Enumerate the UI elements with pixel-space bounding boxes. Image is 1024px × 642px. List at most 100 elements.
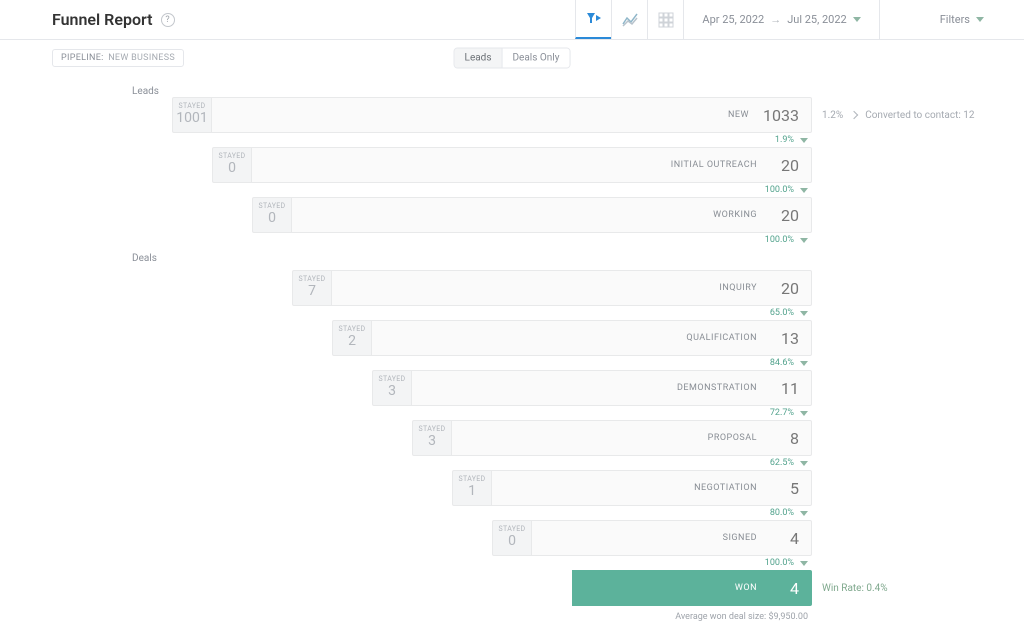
- leads-deals-toggle: Leads Deals Only: [454, 48, 571, 69]
- chevron-down-icon: [800, 461, 808, 466]
- conversion-rate[interactable]: 1.9%: [52, 133, 812, 147]
- conversion-rate[interactable]: 80.0%: [52, 506, 812, 520]
- date-range-picker[interactable]: Apr 25, 2022 → Jul 25, 2022: [683, 0, 879, 39]
- stage-count: 11: [771, 379, 799, 398]
- stage-name: INQUIRY: [719, 283, 757, 293]
- converted-note[interactable]: 1.2% Converted to contact: 12: [812, 110, 975, 121]
- report-header: Funnel Report ? Apr 25, 2022 → Jul 25: [0, 0, 1024, 40]
- stayed-value: 1001: [176, 110, 207, 127]
- stayed-box: STAYED7: [292, 270, 332, 306]
- converted-to-contact: Converted to contact: 12: [865, 110, 974, 121]
- pipeline-chip[interactable]: PIPELINE: NEW BUSINESS: [52, 49, 184, 67]
- stayed-box: STAYED2: [332, 320, 372, 356]
- pipeline-chip-value: NEW BUSINESS: [108, 53, 175, 63]
- toggle-leads[interactable]: Leads: [455, 49, 502, 68]
- stage-bar[interactable]: PROPOSAL 8: [452, 420, 812, 456]
- funnel-stage[interactable]: STAYED1001NEW10331.2%Converted to contac…: [52, 97, 972, 133]
- arrow-right-icon: →: [770, 13, 781, 26]
- chevron-down-icon: [800, 561, 808, 566]
- stage-name: WON: [735, 583, 757, 593]
- funnel-stage[interactable]: STAYED3 DEMONSTRATION 11: [52, 370, 972, 406]
- stage-name: NEGOTIATION: [694, 483, 757, 493]
- overall-conv-pct: 1.2%: [822, 110, 843, 121]
- stayed-label: STAYED: [379, 376, 406, 383]
- filters-button[interactable]: Filters: [880, 0, 1024, 39]
- chevron-down-icon: [800, 361, 808, 366]
- conversion-rate[interactable]: 72.7%: [52, 406, 812, 420]
- view-line-button[interactable]: [611, 0, 647, 39]
- funnel-stage[interactable]: STAYED3 PROPOSAL 8: [52, 420, 972, 456]
- chevron-down-icon: [800, 238, 808, 243]
- conversion-rate[interactable]: 100.0%: [52, 233, 812, 247]
- stage-count: 5: [771, 479, 799, 498]
- stayed-label: STAYED: [339, 326, 366, 333]
- stage-bar[interactable]: INITIAL OUTREACH20: [252, 147, 812, 183]
- chevron-down-icon: [976, 17, 984, 22]
- conversion-value: 100.0%: [765, 235, 794, 245]
- stage-count: 13: [771, 329, 799, 348]
- stage-name: PROPOSAL: [708, 433, 757, 443]
- stage-bar[interactable]: INQUIRY 20: [332, 270, 812, 306]
- stage-count: 1033: [763, 106, 799, 125]
- stage-name: DEMONSTRATION: [677, 383, 757, 393]
- funnel-stage[interactable]: STAYED1NEGOTIATION5: [52, 470, 972, 506]
- funnel-stage[interactable]: STAYED0 INITIAL OUTREACH20: [52, 147, 972, 183]
- stayed-label: STAYED: [499, 526, 526, 533]
- stayed-label: STAYED: [219, 153, 246, 160]
- stage-count: 8: [771, 429, 799, 448]
- stayed-value: 0: [228, 160, 236, 177]
- stage-bar[interactable]: SIGNED4: [532, 520, 812, 556]
- date-to: Jul 25, 2022: [787, 13, 847, 26]
- funnel-stage[interactable]: STAYED0SIGNED4: [52, 520, 972, 556]
- stage-count: 4: [771, 579, 799, 598]
- stage-count: 20: [771, 279, 799, 298]
- report-subheader: PIPELINE: NEW BUSINESS Leads Deals Only: [0, 40, 1024, 76]
- stage-bar[interactable]: NEW1033: [212, 97, 812, 133]
- chevron-down-icon: [800, 138, 808, 143]
- stayed-label: STAYED: [179, 103, 206, 110]
- line-chart-icon: [622, 12, 638, 28]
- funnel-stage[interactable]: STAYEDWON4Win Rate: 0.4%: [52, 570, 972, 606]
- grid-icon: [658, 12, 674, 28]
- stayed-value: 1: [468, 483, 476, 500]
- view-grid-button[interactable]: [647, 0, 683, 39]
- chevron-down-icon: [800, 311, 808, 316]
- chevron-down-icon: [853, 17, 861, 22]
- chevron-down-icon: [800, 411, 808, 416]
- stayed-box: STAYED1001: [172, 97, 212, 133]
- stage-bar[interactable]: WON 4: [572, 570, 812, 606]
- conversion-value: 100.0%: [765, 185, 794, 195]
- stage-bar[interactable]: WORKING20: [292, 197, 812, 233]
- stage-name: QUALIFICATION: [686, 333, 757, 343]
- conversion-value: 100.0%: [765, 558, 794, 568]
- stayed-label: STAYED: [259, 203, 286, 210]
- conversion-rate[interactable]: 100.0%: [52, 183, 812, 197]
- toggle-deals-only[interactable]: Deals Only: [501, 49, 569, 68]
- stage-bar[interactable]: DEMONSTRATION 11: [412, 370, 812, 406]
- section-label-leads: Leads: [132, 86, 972, 97]
- stayed-value: 3: [428, 433, 436, 450]
- stayed-box: STAYED3: [412, 420, 452, 456]
- conversion-value: 65.0%: [770, 308, 794, 318]
- chevron-right-icon: [850, 111, 858, 119]
- conversion-rate[interactable]: 100.0%: [52, 556, 812, 570]
- conversion-rate[interactable]: 62.5%: [52, 456, 812, 470]
- chevron-down-icon: [800, 511, 808, 516]
- stayed-value: 3: [388, 383, 396, 400]
- stayed-box: STAYED3: [372, 370, 412, 406]
- stage-count: 20: [771, 206, 799, 225]
- pipeline-chip-label: PIPELINE:: [61, 53, 104, 63]
- filters-label: Filters: [940, 13, 970, 26]
- funnel-stage[interactable]: STAYED0WORKING20: [52, 197, 972, 233]
- stage-bar[interactable]: NEGOTIATION 5: [492, 470, 812, 506]
- help-icon[interactable]: ?: [161, 13, 175, 27]
- funnel-stage[interactable]: STAYED2 QUALIFICATION 13: [52, 320, 972, 356]
- conversion-rate[interactable]: 84.6%: [52, 356, 812, 370]
- view-funnel-button[interactable]: [575, 0, 611, 39]
- conversion-value: 80.0%: [770, 508, 794, 518]
- funnel-stage[interactable]: STAYED7 INQUIRY 20: [52, 270, 972, 306]
- funnel-icon: [586, 11, 602, 27]
- stayed-box: STAYED0: [492, 520, 532, 556]
- stage-bar[interactable]: QUALIFICATION 13: [372, 320, 812, 356]
- conversion-rate[interactable]: 65.0%: [52, 306, 812, 320]
